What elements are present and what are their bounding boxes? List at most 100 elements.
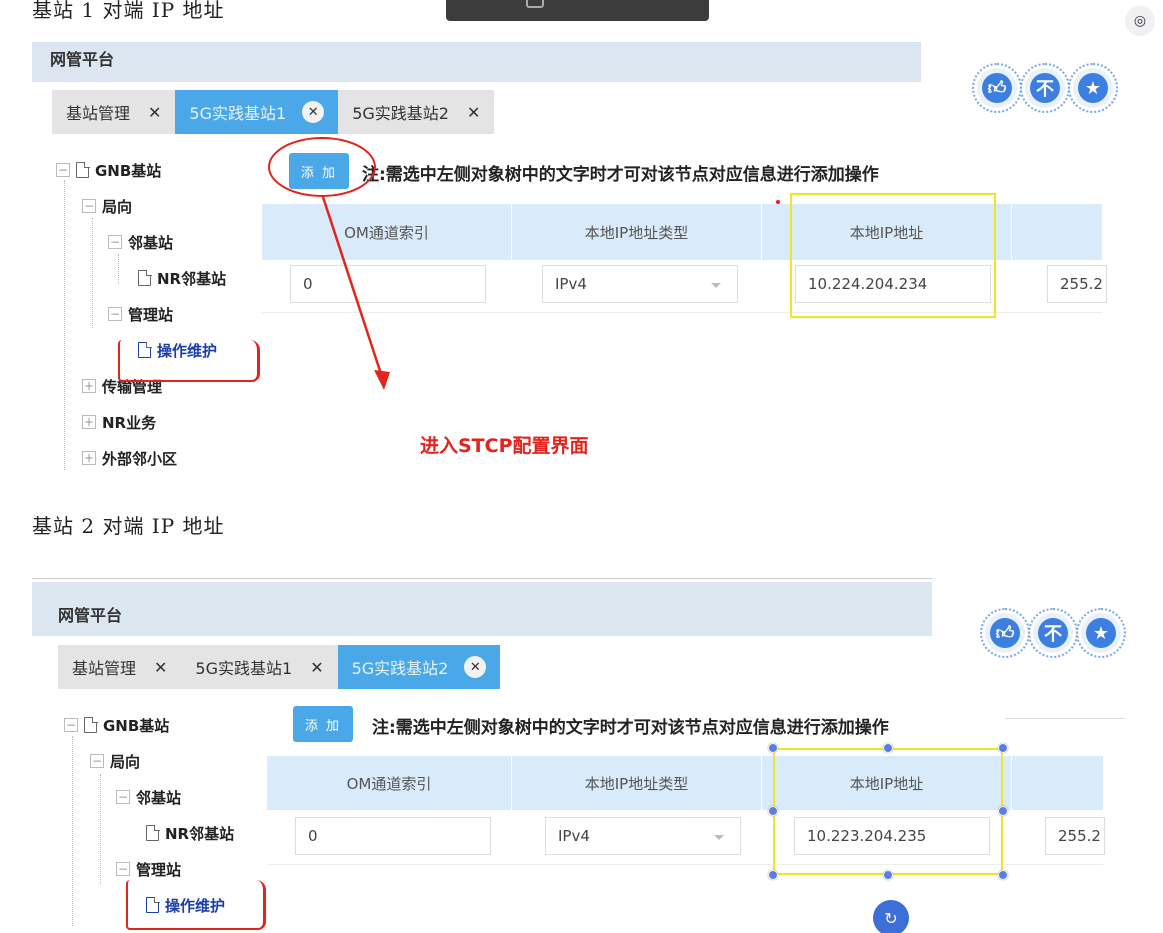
resize-handle[interactable] — [883, 870, 893, 880]
annotation-text: 进入STCP配置界面 — [420, 435, 589, 457]
collapse-icon[interactable]: − — [56, 163, 70, 177]
tab-site-management[interactable]: 基站管理 ✕ — [58, 645, 182, 689]
tab-bar-1: 基站管理 ✕ 5G实践基站1 ✕ 5G实践基站2 ✕ — [52, 90, 495, 134]
mask-input[interactable]: 255.2 — [1047, 265, 1107, 303]
resize-handle[interactable] — [998, 743, 1008, 753]
tab-5g-site1[interactable]: 5G实践基站1 ✕ — [181, 645, 338, 689]
tree-node-external-cell[interactable]: + 外部邻小区 — [82, 445, 226, 471]
tab-label: 5G实践基站1 — [195, 659, 293, 678]
annotation-bracket — [126, 880, 266, 930]
tab-label: 基站管理 — [66, 104, 131, 123]
column-header: 本地IP地址类型 — [512, 204, 762, 260]
resize-handle[interactable] — [998, 870, 1008, 880]
scan-icon[interactable]: ◎ — [1125, 6, 1155, 36]
annotation-dot — [776, 200, 780, 204]
thumbs-up-icon[interactable]: 👍︎ — [972, 63, 1022, 113]
instruction-note: 注:需选中左侧对象树中的文字时才可对该节点对应信息进行添加操作 — [362, 165, 879, 184]
star-icon[interactable]: ★ — [1068, 63, 1118, 113]
tree-label[interactable]: NR邻基站 — [157, 268, 226, 289]
close-icon[interactable]: ✕ — [464, 656, 487, 678]
tree-node-nr-service[interactable]: + NR业务 — [82, 409, 226, 435]
tab-5g-site2[interactable]: 5G实践基站2 ✕ — [337, 645, 501, 689]
thumbs-down-icon[interactable]: 不 — [1028, 608, 1078, 658]
tree-label[interactable]: 外部邻小区 — [102, 448, 177, 469]
tree-label[interactable]: NR业务 — [102, 412, 156, 433]
tree-node-neighbor-site[interactable]: − 邻基站 — [108, 229, 226, 255]
annotation-circle — [268, 137, 376, 197]
tree-label[interactable]: 邻基站 — [136, 787, 181, 808]
platform-title: 网管平台 — [50, 50, 115, 69]
tree-label[interactable]: 管理站 — [128, 304, 173, 325]
add-button[interactable]: 添 加 — [293, 706, 353, 742]
platform-bar-1: 网管平台 — [32, 42, 921, 82]
collapse-icon[interactable]: − — [108, 307, 122, 321]
tab-site-management[interactable]: 基站管理 ✕ — [52, 90, 176, 134]
star-icon[interactable]: ★ — [1076, 608, 1126, 658]
om-index-input[interactable]: 0 — [295, 817, 491, 855]
collapse-icon[interactable]: − — [82, 199, 96, 213]
close-icon[interactable]: ✕ — [154, 658, 167, 677]
close-icon[interactable]: ✕ — [302, 101, 325, 123]
expand-icon[interactable]: + — [82, 451, 96, 465]
resize-handle[interactable] — [768, 743, 778, 753]
expand-icon[interactable]: + — [82, 415, 96, 429]
document-icon — [138, 269, 152, 286]
highlight-box[interactable] — [773, 748, 1003, 875]
thumbs-up-icon[interactable]: 👍︎ — [980, 608, 1030, 658]
collapse-icon[interactable]: − — [108, 235, 122, 249]
tab-label: 5G实践基站1 — [189, 104, 287, 123]
mask-input[interactable]: 255.2 — [1045, 817, 1105, 855]
tree-node-mgmt-site[interactable]: − 管理站 — [108, 301, 226, 327]
annotation-arrow — [321, 196, 390, 390]
collapse-icon[interactable]: − — [64, 718, 78, 732]
collapse-icon[interactable]: − — [116, 862, 130, 876]
tree-label[interactable]: GNB基站 — [95, 160, 161, 181]
tree-node-nr-neighbor[interactable]: NR邻基站 — [146, 820, 234, 846]
tab-bar-2: 基站管理 ✕ 5G实践基站1 ✕ 5G实践基站2 ✕ — [58, 645, 501, 689]
tab-5g-site2[interactable]: 5G实践基站2 ✕ — [338, 90, 495, 134]
tree-label[interactable]: 邻基站 — [128, 232, 173, 253]
close-icon[interactable]: ✕ — [310, 658, 323, 677]
close-icon[interactable]: ✕ — [148, 103, 161, 122]
tab-5g-site1[interactable]: 5G实践基站1 ✕ — [175, 90, 339, 134]
expand-icon[interactable]: + — [82, 379, 96, 393]
document-icon — [84, 716, 98, 733]
tree-node-gnb[interactable]: − GNB基站 — [64, 712, 234, 738]
tree-label[interactable]: 局向 — [110, 751, 140, 772]
caption-site1: 基站 1 对端 IP 地址 — [32, 0, 225, 22]
tab-label: 5G实践基站2 — [352, 104, 449, 123]
chevron-down-icon — [714, 835, 724, 840]
collapse-icon[interactable]: − — [90, 754, 104, 768]
column-header: 本地IP地址类型 — [512, 756, 762, 810]
rotate-icon[interactable]: ↻ — [873, 900, 909, 933]
resize-handle[interactable] — [998, 806, 1008, 816]
collapse-icon[interactable]: − — [116, 790, 130, 804]
tree-node-mgmt-site[interactable]: − 管理站 — [116, 856, 234, 882]
highlight-box — [790, 193, 996, 318]
resize-handle[interactable] — [883, 743, 893, 753]
video-toolbar[interactable] — [446, 0, 709, 21]
platform-title: 网管平台 — [58, 606, 123, 625]
toolbar-icon[interactable] — [526, 0, 544, 8]
close-icon[interactable]: ✕ — [467, 103, 480, 122]
caption-site2: 基站 2 对端 IP 地址 — [32, 514, 225, 538]
annotation-bracket — [118, 340, 260, 382]
resize-handle[interactable] — [768, 806, 778, 816]
tree-label[interactable]: NR邻基站 — [165, 823, 234, 844]
resize-handle[interactable] — [768, 870, 778, 880]
tree-node-neighbor-site[interactable]: − 邻基站 — [116, 784, 234, 810]
tree-node-nr-neighbor[interactable]: NR邻基站 — [138, 265, 226, 291]
tab-label: 基站管理 — [72, 659, 137, 678]
tree-label[interactable]: GNB基站 — [103, 715, 169, 736]
object-tree-1: − GNB基站 − 局向 − 邻基站 NR邻基站 − 管理站 操作维护 + 传输… — [56, 157, 226, 471]
select-value: IPv4 — [555, 275, 587, 293]
tree-node-gnb[interactable]: − GNB基站 — [56, 157, 226, 183]
ip-type-select[interactable]: IPv4 — [542, 265, 738, 303]
tree-node-direction[interactable]: − 局向 — [82, 193, 226, 219]
tree-label[interactable]: 管理站 — [136, 859, 181, 880]
platform-bar-2: 网管平台 — [32, 582, 932, 636]
ip-type-select[interactable]: IPv4 — [545, 817, 741, 855]
thumbs-down-icon[interactable]: 不 — [1020, 63, 1070, 113]
tree-node-direction[interactable]: − 局向 — [90, 748, 234, 774]
tree-label[interactable]: 局向 — [102, 196, 132, 217]
